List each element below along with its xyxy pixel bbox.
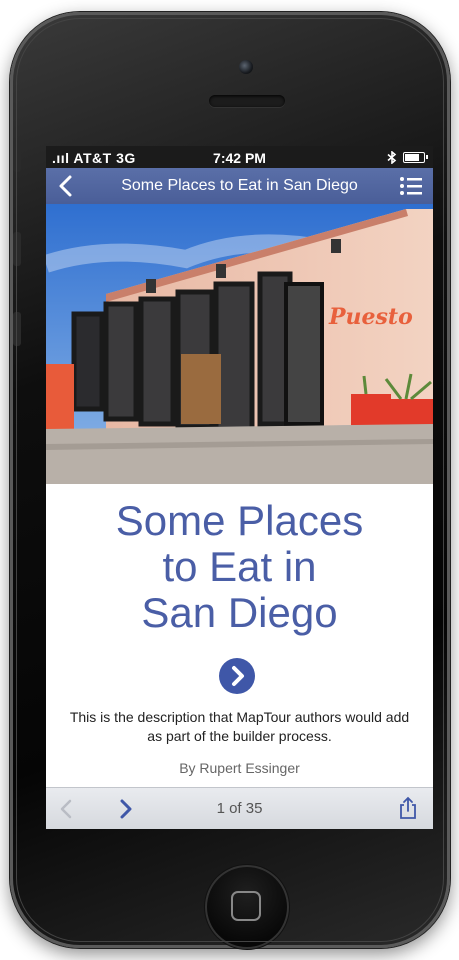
share-icon[interactable] [399,796,417,820]
status-right [387,151,428,164]
title-line: to Eat in [162,543,317,590]
volume-down-button [13,312,21,346]
front-camera [239,60,253,74]
status-bar: .ııl AT&T 3G 7:42 PM [46,146,433,168]
status-time: 7:42 PM [213,150,266,166]
restaurant-sign: Puesto [328,304,413,330]
back-chevron-icon[interactable] [56,174,76,198]
app-screen: .ııl AT&T 3G 7:42 PM Some Places to Eat … [46,146,433,829]
earpiece-speaker [209,95,285,107]
title-line: San Diego [141,589,338,636]
page-indicator: 1 of 35 [216,800,263,817]
home-square-icon [231,891,261,921]
hero-photo: Puesto [46,204,433,484]
nav-bar: Some Places to Eat in San Diego [46,168,433,204]
chevron-right-icon [232,666,244,686]
nav-title: Some Places to Eat in San Diego [121,177,358,194]
author-byline: By Rupert Essinger [179,760,300,776]
tour-description: This is the description that MapTour aut… [69,709,410,744]
home-button[interactable] [205,865,289,949]
bottom-toolbar: 1 of 35 [46,787,433,829]
mute-switch [13,140,21,172]
battery-icon [403,152,428,163]
list-menu-icon[interactable] [399,176,423,196]
volume-up-button [13,232,21,266]
start-tour-button[interactable] [219,658,255,694]
bluetooth-icon [387,151,397,164]
tour-title: Some Places to Eat in San Diego [46,498,433,636]
title-line: Some Places [115,497,364,544]
